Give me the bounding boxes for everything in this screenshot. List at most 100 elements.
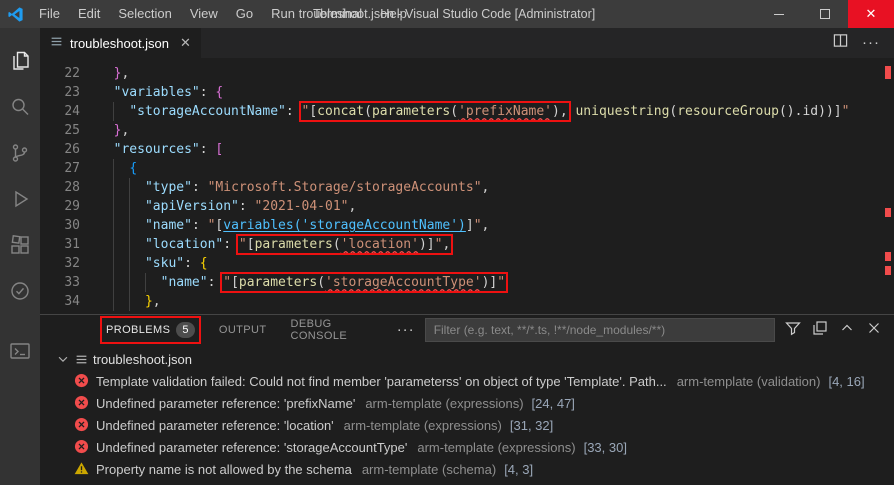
tab-close-icon[interactable]: ✕: [180, 35, 191, 51]
problem-source: arm-template (schema): [362, 462, 496, 477]
problem-source: arm-template (expressions): [344, 418, 502, 433]
code-editor[interactable]: 22 },23 "variables": {24 "storageAccount…: [40, 58, 894, 314]
line-number: 28: [40, 178, 80, 197]
code-line[interactable]: 26 "resources": [: [40, 140, 894, 159]
code-line[interactable]: 30 "name": "[variables('storageAccountNa…: [40, 216, 894, 235]
maximize-icon: [820, 9, 830, 19]
menu-go[interactable]: Go: [227, 0, 262, 28]
activity-bar: [0, 28, 40, 485]
code-text: },: [80, 121, 129, 140]
problem-message: Property name is not allowed by the sche…: [96, 462, 352, 477]
chevron-up-icon[interactable]: [839, 320, 855, 341]
indent-guide: [113, 159, 114, 311]
problems-rows: Template validation failed: Could not fi…: [40, 370, 894, 480]
close-icon: ✕: [866, 6, 877, 22]
problem-row[interactable]: Template validation failed: Could not fi…: [40, 370, 894, 392]
code-line[interactable]: 25 },: [40, 121, 894, 140]
title-bar: FileEditSelectionViewGoRunTerminalHelp t…: [0, 0, 894, 28]
more-actions-icon[interactable]: ···: [862, 38, 880, 48]
panel-tab-label: PROBLEMS: [106, 324, 170, 336]
problems-file-name: troubleshoot.json: [93, 352, 192, 367]
indent-guide: [113, 102, 114, 121]
code-line[interactable]: 28 "type": "Microsoft.Storage/storageAcc…: [40, 178, 894, 197]
problem-source: arm-template (expressions): [417, 440, 575, 455]
problem-row[interactable]: Undefined parameter reference: 'prefixNa…: [40, 392, 894, 414]
maximize-button[interactable]: [802, 0, 848, 28]
search-button[interactable]: [0, 84, 40, 130]
problem-message: Template validation failed: Could not fi…: [96, 374, 667, 389]
panel-header: PROBLEMS5 OUTPUT DEBUG CONSOLE ···: [40, 315, 894, 345]
problem-row[interactable]: Undefined parameter reference: 'location…: [40, 414, 894, 436]
panel-tabs: PROBLEMS5 OUTPUT DEBUG CONSOLE: [106, 318, 397, 342]
menu-edit[interactable]: Edit: [69, 0, 109, 28]
menu-file[interactable]: File: [30, 0, 69, 28]
line-number: 26: [40, 140, 80, 159]
line-number: 22: [40, 64, 80, 83]
line-number: 34: [40, 292, 80, 311]
problems-filter-input[interactable]: [425, 318, 775, 342]
problem-message: Undefined parameter reference: 'storageA…: [96, 440, 407, 455]
menu-view[interactable]: View: [181, 0, 227, 28]
line-number: 23: [40, 83, 80, 102]
error-icon: [74, 395, 90, 411]
code-line[interactable]: 31 "location": "[parameters('location')]…: [40, 235, 894, 254]
code-text: "variables": {: [80, 83, 223, 102]
panel-tab-output[interactable]: OUTPUT: [219, 324, 267, 336]
explorer-button[interactable]: [0, 38, 40, 84]
menu-terminal[interactable]: Terminal: [304, 0, 371, 28]
problem-position: [33, 30]: [584, 440, 627, 455]
code-line[interactable]: 23 "variables": {: [40, 83, 894, 102]
code-line[interactable]: 32 "sku": {: [40, 254, 894, 273]
code-text: {: [80, 159, 137, 178]
menu-help[interactable]: Help: [371, 0, 416, 28]
panel-tab-problems[interactable]: PROBLEMS5: [106, 322, 195, 338]
test-explorer-icon: [8, 279, 32, 303]
split-panel-icon[interactable]: [812, 320, 828, 341]
minimize-icon: [774, 14, 784, 15]
problem-position: [24, 47]: [532, 396, 575, 411]
line-number: 25: [40, 121, 80, 140]
problem-message: Undefined parameter reference: 'location…: [96, 418, 334, 433]
code-lines: 22 },23 "variables": {24 "storageAccount…: [40, 64, 894, 311]
menu-run[interactable]: Run: [262, 0, 304, 28]
problem-source: arm-template (expressions): [365, 396, 523, 411]
minimize-button[interactable]: [756, 0, 802, 28]
problem-row[interactable]: Undefined parameter reference: 'storageA…: [40, 436, 894, 458]
code-line[interactable]: 24 "storageAccountName": "[concat(parame…: [40, 102, 894, 121]
panel-more-icon[interactable]: ···: [397, 325, 415, 335]
problem-source: arm-template (validation): [677, 374, 821, 389]
run-debug-button[interactable]: [0, 176, 40, 222]
editor-actions: ···: [833, 28, 894, 58]
menu-selection[interactable]: Selection: [109, 0, 180, 28]
extensions-icon: [8, 233, 32, 257]
problems-file-group[interactable]: troubleshoot.json: [40, 348, 894, 370]
vscode-logo-icon: [0, 6, 30, 23]
line-number: 31: [40, 235, 80, 254]
code-text: "name": "[parameters('storageAccountType…: [80, 273, 505, 292]
source-control-button[interactable]: [0, 130, 40, 176]
line-number: 27: [40, 159, 80, 178]
extensions-button[interactable]: [0, 222, 40, 268]
line-number: 29: [40, 197, 80, 216]
close-button[interactable]: ✕: [848, 0, 894, 28]
close-panel-icon[interactable]: [866, 320, 882, 341]
panel-tab-debug-console[interactable]: DEBUG CONSOLE: [291, 318, 373, 342]
code-text: "name": "[variables('storageAccountName'…: [80, 216, 489, 235]
filter-icon[interactable]: [785, 320, 801, 341]
code-line[interactable]: 33 "name": "[parameters('storageAccountT…: [40, 273, 894, 292]
test-explorer-button[interactable]: [0, 268, 40, 314]
code-line[interactable]: 34 },: [40, 292, 894, 311]
split-editor-icon[interactable]: [833, 33, 848, 53]
tab-bar: troubleshoot.json ✕ ···: [40, 28, 894, 58]
code-line[interactable]: 27 {: [40, 159, 894, 178]
code-line[interactable]: 29 "apiVersion": "2021-04-01",: [40, 197, 894, 216]
tab-troubleshoot-json[interactable]: troubleshoot.json ✕: [40, 28, 202, 58]
terminal-button[interactable]: [0, 328, 40, 374]
line-number: 32: [40, 254, 80, 273]
problem-row[interactable]: Property name is not allowed by the sche…: [40, 458, 894, 480]
problem-position: [4, 16]: [828, 374, 864, 389]
source-control-icon: [8, 141, 32, 165]
code-line[interactable]: 22 },: [40, 64, 894, 83]
ruler-error-mark: [885, 266, 891, 275]
menu-bar: FileEditSelectionViewGoRunTerminalHelp: [30, 0, 416, 28]
